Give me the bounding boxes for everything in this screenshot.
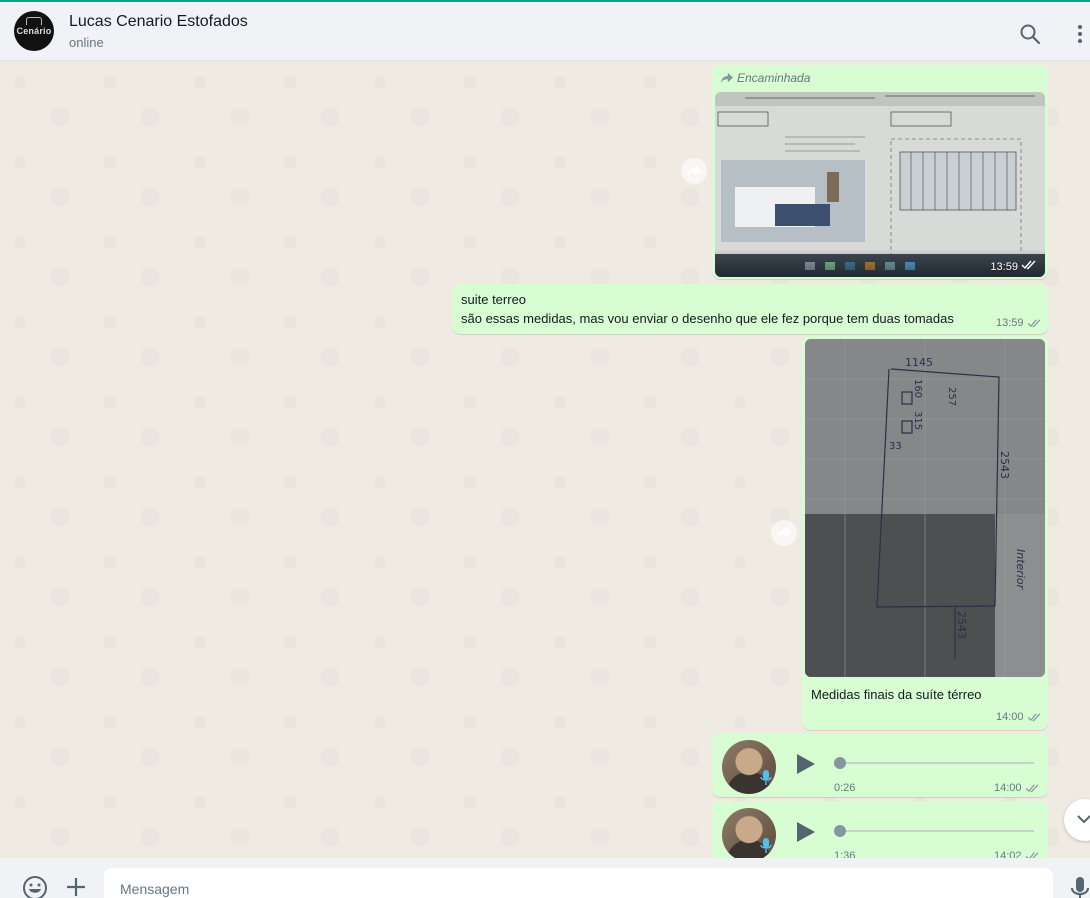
forward-icon[interactable] [771, 520, 797, 546]
double-check-icon [1027, 713, 1040, 722]
forwarded-arrow-icon [721, 72, 733, 84]
contact-avatar[interactable]: Cenário [14, 11, 54, 51]
avatar-logo-text: Cenário [16, 26, 52, 36]
time-text: 14:02 [994, 850, 1022, 858]
hand-sketch-image: 1145 160 257 315 33 2543 2543 Interior [805, 339, 1045, 677]
forwarded-text: Encaminhada [737, 71, 811, 85]
menu-icon[interactable] [1072, 22, 1088, 46]
chevron-down-icon [1077, 815, 1090, 824]
message-time: 13:59 [990, 259, 1037, 273]
mic-icon[interactable] [1070, 876, 1090, 898]
avatar-logo-mark [26, 17, 42, 25]
image-message-with-caption[interactable]: 1145 160 257 315 33 2543 2543 Interior M… [802, 336, 1048, 730]
audio-progress-track[interactable] [840, 830, 1034, 832]
contact-status: online [69, 35, 104, 50]
text-message[interactable]: suite terreo são essas medidas, mas vou … [452, 284, 1048, 334]
sketch-label-315: 315 [912, 411, 923, 430]
compose-bar [0, 858, 1090, 898]
message-time: 14:00 [994, 782, 1040, 794]
audio-progress-knob[interactable] [834, 825, 846, 837]
forwarded-label: Encaminhada [720, 71, 810, 85]
emoji-icon[interactable] [22, 875, 48, 898]
voice-message[interactable]: 0:26 14:00 [712, 733, 1048, 797]
audio-duration: 0:26 [834, 782, 856, 794]
contact-name[interactable]: Lucas Cenario Estofados [69, 13, 248, 31]
floor-plan-photo[interactable]: 13:59 [715, 92, 1045, 277]
search-icon[interactable] [1018, 22, 1042, 46]
sketch-photo[interactable]: 1145 160 257 315 33 2543 2543 Interior [805, 339, 1045, 677]
sketch-label-height-right: 2543 [998, 451, 1011, 479]
sketch-label-33: 33 [889, 441, 902, 452]
sketch-label-width: 1145 [905, 356, 933, 369]
play-icon[interactable] [794, 753, 816, 780]
chat-header[interactable]: Cenário Lucas Cenario Estofados online [0, 2, 1090, 61]
image-caption: Medidas finais da suíte térreo [811, 687, 982, 702]
message-time: 13:59 [996, 317, 1042, 329]
message-time: 14:02 [994, 850, 1040, 858]
double-check-icon [1027, 319, 1040, 328]
message-time: 14:00 [996, 711, 1042, 723]
message-text-line-2: são essas medidas, mas vou enviar o dese… [461, 311, 954, 326]
time-text: 14:00 [994, 782, 1022, 794]
message-input[interactable] [104, 868, 1053, 898]
time-text: 14:00 [996, 711, 1024, 723]
sketch-label-height-bottom: 2543 [955, 611, 968, 639]
double-check-icon [1021, 260, 1036, 270]
audio-duration: 1:36 [834, 850, 856, 858]
conversation-panel[interactable]: Encaminhada 13:59 suite terreo são essas… [0, 62, 1090, 858]
audio-progress-knob[interactable] [834, 757, 846, 769]
forwarded-image-message[interactable]: Encaminhada 13:59 [712, 65, 1048, 279]
sketch-label-160: 160 [912, 379, 923, 398]
double-check-icon [1025, 784, 1038, 793]
forward-icon[interactable] [681, 158, 707, 184]
sketch-label-257: 257 [946, 387, 957, 406]
play-icon[interactable] [794, 821, 816, 848]
mic-icon [760, 769, 772, 792]
mic-icon [760, 837, 772, 858]
voice-message[interactable]: 1:36 14:02 [712, 801, 1048, 858]
audio-progress-track[interactable] [840, 762, 1034, 764]
time-text: 13:59 [996, 317, 1024, 329]
scroll-to-bottom-button[interactable] [1064, 799, 1090, 841]
message-text-line-1: suite terreo [461, 292, 527, 307]
double-check-icon [1025, 852, 1038, 858]
sketch-label-interior: Interior [1014, 549, 1027, 591]
time-text: 13:59 [990, 261, 1018, 273]
plus-icon[interactable] [64, 875, 88, 898]
whatsapp-window: Cenário Lucas Cenario Estofados online E… [0, 0, 1090, 898]
